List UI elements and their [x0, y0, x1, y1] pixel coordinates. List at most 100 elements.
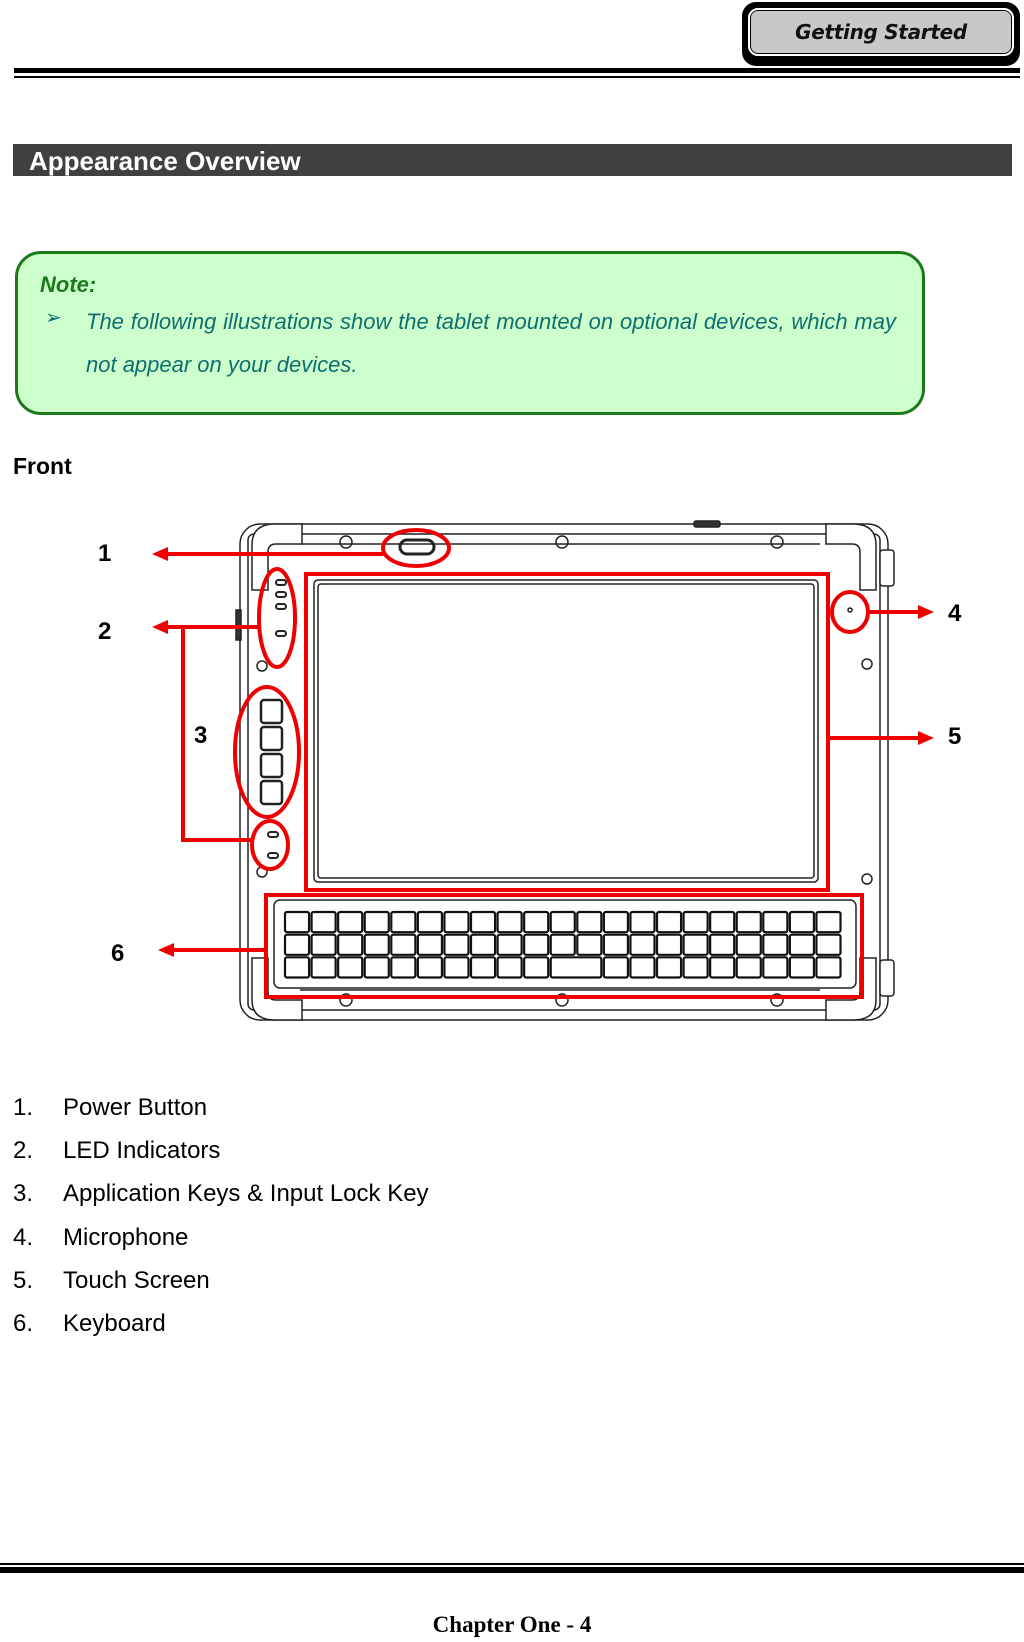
keyboard-key — [443, 956, 470, 979]
side-tab-right-bottom — [879, 959, 895, 997]
top-latch — [693, 520, 721, 528]
led-indicator — [275, 603, 287, 610]
input-lock-indicator — [267, 852, 279, 859]
keyboard-key — [390, 933, 417, 956]
keyboard-key — [735, 910, 762, 934]
keyboard-key — [416, 910, 444, 934]
list-item: 3. Application Keys & Input Lock Key — [13, 1173, 429, 1216]
callout-6: 6 — [111, 940, 125, 967]
keyboard-key — [390, 956, 417, 979]
header-rule — [14, 68, 1020, 73]
list-item-label: LED Indicators — [63, 1136, 221, 1164]
list-item: 4. Microphone — [13, 1216, 429, 1259]
keyboard-key — [469, 933, 497, 956]
keyboard-key — [655, 956, 683, 979]
keyboard-key — [469, 956, 497, 979]
note-title: Note: — [40, 272, 97, 297]
keyboard-key — [496, 933, 523, 956]
keyboard-key — [523, 910, 550, 934]
corner-bumper-top-right — [825, 523, 877, 591]
chapter-section-tab-inner: Getting Started — [748, 8, 1014, 56]
keyboard-key — [709, 933, 736, 956]
list-item-number: 1. — [13, 1093, 34, 1121]
keyboard-key — [735, 933, 762, 956]
keyboard-key — [682, 910, 709, 934]
list-item: 6. Keyboard — [13, 1302, 429, 1345]
keyboard-key — [576, 910, 603, 934]
keyboard-key — [735, 956, 762, 979]
application-key — [259, 752, 284, 779]
arrowhead-right-icon — [918, 731, 934, 745]
keyboard-spacebar — [549, 956, 603, 979]
callout-4: 4 — [948, 600, 962, 627]
arrowhead-bullet-icon: ➢ — [45, 307, 62, 329]
keyboard-key — [337, 933, 364, 956]
screw — [861, 873, 873, 885]
power-button — [398, 538, 436, 556]
chapter-section-label: Getting Started — [795, 20, 967, 44]
led-indicator — [275, 591, 287, 598]
keyboard-key — [363, 933, 390, 956]
keyboard-key — [310, 933, 337, 956]
list-item-number: 4. — [13, 1223, 34, 1251]
screw — [861, 658, 873, 670]
keyboard-key — [815, 910, 842, 934]
footer-rule — [0, 1567, 1024, 1573]
keyboard-key — [363, 910, 390, 934]
section-title-bar: Appearance Overview — [13, 144, 1012, 176]
keyboard-key — [709, 956, 736, 979]
list-item: 2. LED Indicators — [13, 1129, 429, 1172]
list-item: 5. Touch Screen — [13, 1259, 429, 1302]
keyboard-key — [549, 933, 576, 956]
list-item-label: Touch Screen — [63, 1266, 210, 1294]
list-item-number: 2. — [13, 1136, 34, 1164]
component-list: 1. Power Button 2. LED Indicators 3. Applic… — [13, 1086, 429, 1346]
list-item: 1. Power Button — [13, 1086, 429, 1129]
application-key — [259, 725, 284, 752]
list-item-number: 6. — [13, 1310, 34, 1338]
highlight-application-keys — [233, 685, 301, 819]
input-lock-indicator — [267, 831, 279, 838]
keyboard-key — [815, 933, 842, 956]
keyboard-key — [469, 910, 497, 934]
keyboard-key — [390, 910, 417, 934]
page-number: Chapter One - 4 — [432, 1612, 592, 1637]
keyboard-key — [283, 910, 311, 934]
keyboard-key — [629, 956, 656, 979]
list-item-label: Microphone — [63, 1223, 189, 1251]
list-item-label: Power Button — [63, 1093, 208, 1121]
list-item-number: 3. — [13, 1180, 34, 1208]
screw — [256, 660, 268, 672]
keyboard-key — [762, 956, 789, 979]
note-text: The following illustrations show the tab… — [86, 309, 896, 377]
keyboard-key — [788, 910, 816, 934]
keyboard-key — [682, 933, 709, 956]
arrowhead-left-icon — [152, 547, 168, 561]
highlight-input-lock — [250, 819, 290, 871]
keyboard-key — [576, 933, 603, 956]
keyboard-key — [655, 933, 683, 956]
chapter-section-tab: Getting Started — [742, 2, 1020, 66]
keyboard-key — [363, 956, 390, 979]
keyboard-key — [602, 956, 630, 979]
keyboard-key — [788, 956, 816, 979]
callout-5: 5 — [948, 723, 962, 750]
application-key — [259, 698, 284, 725]
keyboard-key — [283, 956, 311, 979]
keyboard-key — [523, 933, 550, 956]
keyboard-key — [709, 910, 736, 934]
highlight-touch-screen — [304, 572, 830, 892]
keyboard-key — [310, 956, 337, 979]
list-item-number: 5. — [13, 1266, 34, 1294]
keyboard-key — [496, 956, 523, 979]
screw — [555, 535, 569, 549]
keyboard-key — [337, 956, 364, 979]
keyboard-key — [523, 956, 550, 979]
keyboard-key — [443, 933, 470, 956]
screw — [339, 535, 353, 549]
list-item-label: Keyboard — [63, 1310, 166, 1338]
arrowhead-left-icon — [158, 943, 174, 957]
keyboard-key — [762, 933, 789, 956]
section-title: Appearance Overview — [29, 146, 301, 176]
keyboard-key — [602, 910, 630, 934]
